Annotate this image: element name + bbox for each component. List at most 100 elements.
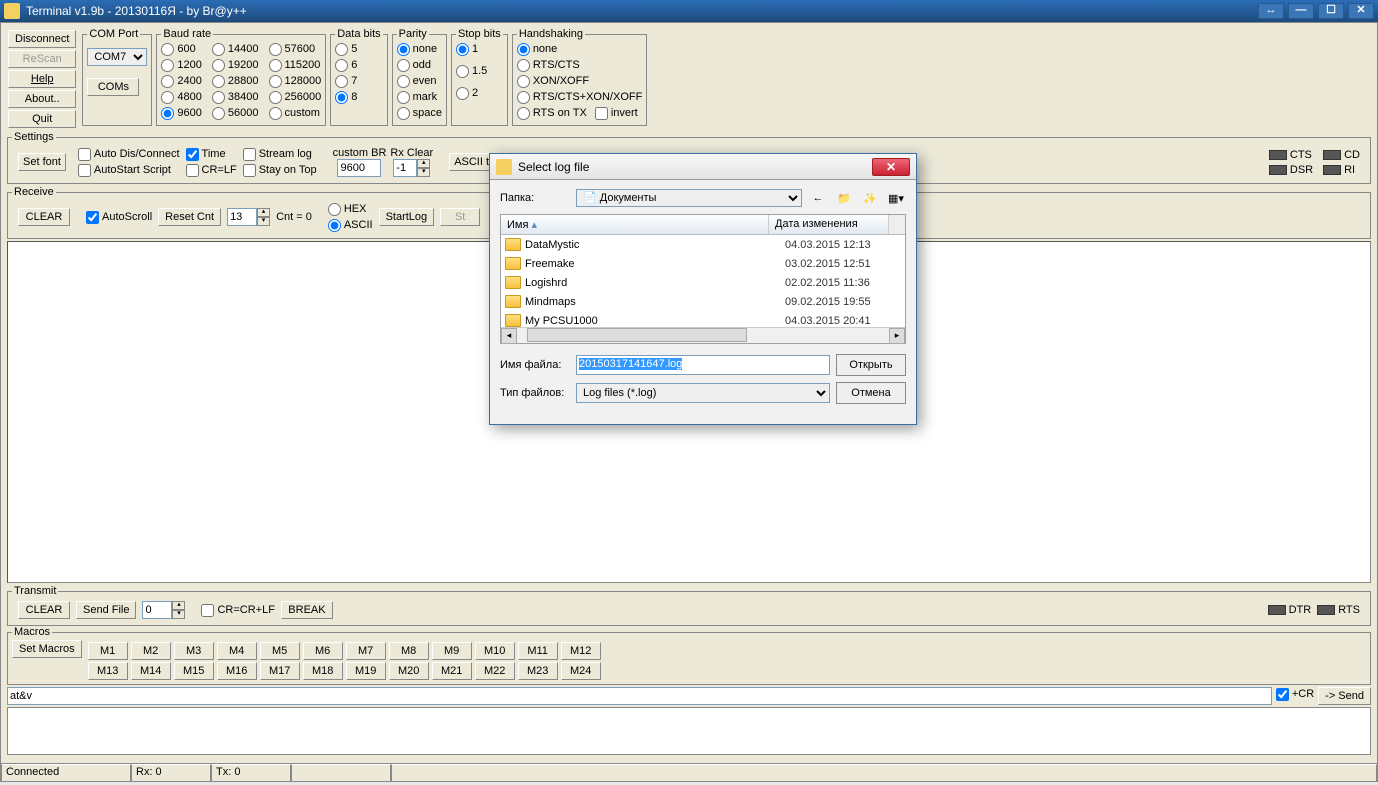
hand-none-radio[interactable]: none xyxy=(517,42,643,56)
macro-m11-button[interactable]: M11 xyxy=(518,642,558,660)
help-button[interactable]: Help xyxy=(8,70,76,88)
baud-19200-radio[interactable]: 19200 xyxy=(212,58,259,72)
baud-14400-radio[interactable]: 14400 xyxy=(212,42,259,56)
back-icon[interactable]: ← xyxy=(808,188,828,208)
parity-odd-radio[interactable]: odd xyxy=(397,58,442,72)
baud-600-radio[interactable]: 600 xyxy=(161,42,201,56)
hscroll-thumb[interactable] xyxy=(527,328,747,342)
autodis-checkbox[interactable] xyxy=(78,148,91,161)
file-listview[interactable]: Имя ▴ Дата изменения DataMystic04.03.201… xyxy=(500,214,906,344)
comport-select[interactable]: COM7 xyxy=(87,48,147,66)
macro-m5-button[interactable]: M5 xyxy=(260,642,300,660)
baud-57600-radio[interactable]: 57600 xyxy=(269,42,322,56)
stopbits-1-radio[interactable]: 1 xyxy=(456,42,503,56)
disconnect-button[interactable]: Disconnect xyxy=(8,30,76,48)
macro-m3-button[interactable]: M3 xyxy=(174,642,214,660)
macro-m22-button[interactable]: M22 xyxy=(475,662,515,680)
close-button[interactable]: ✕ xyxy=(1348,3,1374,19)
file-row[interactable]: Logishrd02.02.2015 11:36 xyxy=(501,273,905,292)
macro-m21-button[interactable]: M21 xyxy=(432,662,472,680)
quit-button[interactable]: Quit xyxy=(8,110,76,128)
databits-7-radio[interactable]: 7 xyxy=(335,74,382,88)
streamlog-checkbox[interactable] xyxy=(243,148,256,161)
baud-256000-radio[interactable]: 256000 xyxy=(269,90,322,104)
stopbits-2-radio[interactable]: 2 xyxy=(456,86,503,100)
macro-m18-button[interactable]: M18 xyxy=(303,662,343,680)
rts-indicator[interactable] xyxy=(1317,605,1335,615)
col-name[interactable]: Имя ▴ xyxy=(501,215,769,234)
startlog-button[interactable]: StartLog xyxy=(379,208,435,226)
parity-mark-radio[interactable]: mark xyxy=(397,90,442,104)
macro-m9-button[interactable]: M9 xyxy=(432,642,472,660)
new-folder-icon[interactable]: ✨ xyxy=(860,188,880,208)
file-row[interactable]: Freemake03.02.2015 12:51 xyxy=(501,254,905,273)
baud-1200-radio[interactable]: 1200 xyxy=(161,58,201,72)
autostart-checkbox[interactable] xyxy=(78,164,91,177)
file-row[interactable]: My PCSU100004.03.2015 20:41 xyxy=(501,311,905,327)
cr-checkbox[interactable] xyxy=(1276,688,1289,701)
cnt-down[interactable]: ▾ xyxy=(257,217,270,226)
baud-38400-radio[interactable]: 38400 xyxy=(212,90,259,104)
clear-tx-button[interactable]: CLEAR xyxy=(18,601,70,619)
macro-m19-button[interactable]: M19 xyxy=(346,662,386,680)
macro-m24-button[interactable]: M24 xyxy=(561,662,601,680)
databits-8-radio[interactable]: 8 xyxy=(335,90,382,104)
view-menu-icon[interactable]: ▦▾ xyxy=(886,188,906,208)
rxclear-input[interactable] xyxy=(393,159,417,177)
baud-115200-radio[interactable]: 115200 xyxy=(269,58,322,72)
command-input[interactable] xyxy=(7,687,1272,705)
setfont-button[interactable]: Set font xyxy=(18,153,66,171)
databits-6-radio[interactable]: 6 xyxy=(335,58,382,72)
cancel-button[interactable]: Отмена xyxy=(836,382,906,404)
file-row[interactable]: DataMystic04.03.2015 12:13 xyxy=(501,235,905,254)
databits-5-radio[interactable]: 5 xyxy=(335,42,382,56)
stopbits-15-radio[interactable]: 1.5 xyxy=(456,64,503,78)
dialog-close-button[interactable]: ✕ xyxy=(872,158,910,176)
macro-m12-button[interactable]: M12 xyxy=(561,642,601,660)
parity-even-radio[interactable]: even xyxy=(397,74,442,88)
sendfile-delay-input[interactable] xyxy=(142,601,172,619)
parity-none-radio[interactable]: none xyxy=(397,42,442,56)
crlf-checkbox[interactable] xyxy=(186,164,199,177)
hscroll-track[interactable] xyxy=(517,328,889,343)
macro-m1-button[interactable]: M1 xyxy=(88,642,128,660)
hex-radio[interactable] xyxy=(328,203,341,216)
rxclear-up[interactable]: ▴ xyxy=(417,159,430,168)
baud-2400-radio[interactable]: 2400 xyxy=(161,74,201,88)
baud-4800-radio[interactable]: 4800 xyxy=(161,90,201,104)
macro-m8-button[interactable]: M8 xyxy=(389,642,429,660)
coms-button[interactable]: COMs xyxy=(87,78,139,96)
transmit-textarea[interactable] xyxy=(7,707,1371,755)
file-row[interactable]: Mindmaps09.02.2015 19:55 xyxy=(501,292,905,311)
baud-56000-radio[interactable]: 56000 xyxy=(212,106,259,120)
clear-rx-button[interactable]: CLEAR xyxy=(18,208,70,226)
break-button[interactable]: BREAK xyxy=(281,601,333,619)
macro-m16-button[interactable]: M16 xyxy=(217,662,257,680)
macro-m6-button[interactable]: M6 xyxy=(303,642,343,660)
macro-m23-button[interactable]: M23 xyxy=(518,662,558,680)
parity-space-radio[interactable]: space xyxy=(397,106,442,120)
maximize-button[interactable]: ☐ xyxy=(1318,3,1344,19)
open-button[interactable]: Открыть xyxy=(836,354,906,376)
rescan-button[interactable]: ReScan xyxy=(8,50,76,68)
macro-m13-button[interactable]: M13 xyxy=(88,662,128,680)
delay-down[interactable]: ▾ xyxy=(172,610,185,619)
custombr-input[interactable] xyxy=(337,159,381,177)
about-button[interactable]: About.. xyxy=(8,90,76,108)
ascii-radio[interactable] xyxy=(328,219,341,232)
folder-select[interactable]: 📄 Документы xyxy=(576,189,802,207)
time-checkbox[interactable] xyxy=(186,148,199,161)
macro-m4-button[interactable]: M4 xyxy=(217,642,257,660)
baud-9600-radio[interactable]: 9600 xyxy=(161,106,201,120)
baud-custom-radio[interactable]: custom xyxy=(269,106,322,120)
macro-m2-button[interactable]: M2 xyxy=(131,642,171,660)
macro-m20-button[interactable]: M20 xyxy=(389,662,429,680)
baud-28800-radio[interactable]: 28800 xyxy=(212,74,259,88)
stoplog-button[interactable]: St xyxy=(440,208,480,226)
stayontop-checkbox[interactable] xyxy=(243,164,256,177)
dtr-indicator[interactable] xyxy=(1268,605,1286,615)
up-folder-icon[interactable]: 📁 xyxy=(834,188,854,208)
swap-button[interactable]: ↔ xyxy=(1258,3,1284,19)
hscroll-right[interactable]: ▸ xyxy=(889,328,905,344)
hscroll-left[interactable]: ◂ xyxy=(501,328,517,344)
